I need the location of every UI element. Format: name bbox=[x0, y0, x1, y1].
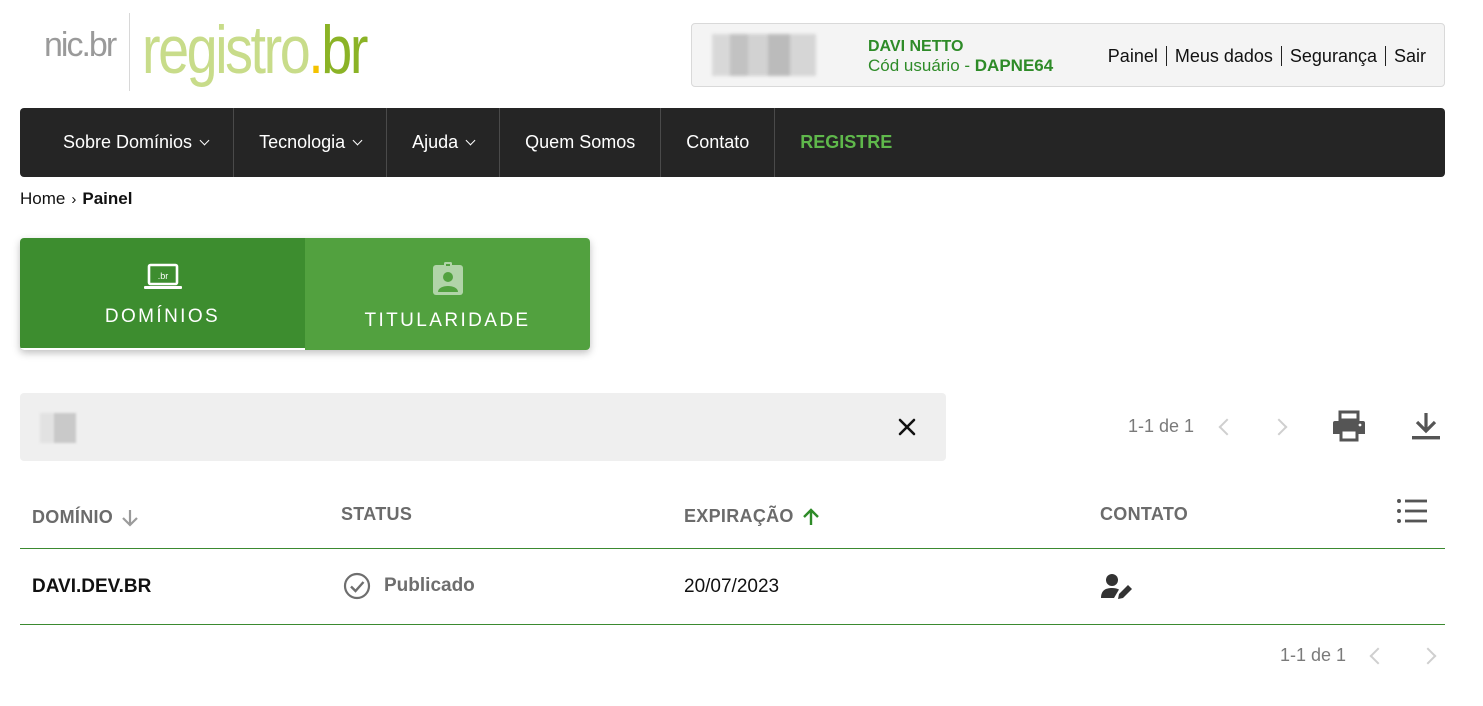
tab-titularidade[interactable]: TITULARIDADE bbox=[305, 238, 590, 350]
table-cell-expiration: 20/07/2023 bbox=[684, 576, 780, 597]
user-link-seguranca[interactable]: Segurança bbox=[1280, 46, 1385, 66]
user-info-box: DAVI NETTO Cód usuário - DAPNE64 Painel … bbox=[691, 23, 1445, 87]
chevron-down-icon bbox=[199, 135, 210, 145]
print-icon[interactable] bbox=[1331, 410, 1367, 442]
user-code: Cód usuário - DAPNE64 bbox=[868, 56, 1054, 75]
user-edit-icon[interactable] bbox=[1100, 572, 1134, 602]
column-header-status: STATUS bbox=[341, 504, 413, 524]
chevron-right-icon[interactable] bbox=[1270, 418, 1288, 435]
chevron-down-icon bbox=[352, 135, 363, 145]
sort-descending-icon bbox=[122, 509, 138, 527]
main-nav: Sobre Domínios Tecnologia Ajuda Quem Som… bbox=[20, 108, 1445, 177]
close-icon[interactable] bbox=[896, 416, 918, 438]
tab-titularidade-label: TITULARIDADE bbox=[364, 310, 531, 331]
pagination-count: 1-1 de 1 bbox=[1280, 645, 1347, 665]
breadcrumb-home[interactable]: Home bbox=[20, 189, 65, 209]
chevron-down-icon bbox=[465, 135, 476, 145]
search-filter-chip[interactable] bbox=[40, 413, 76, 443]
breadcrumb-current: Painel bbox=[82, 189, 133, 208]
pagination-bottom: 1-1 de 1 bbox=[1280, 645, 1437, 666]
breadcrumb-separator: › bbox=[71, 190, 77, 208]
tab-dominios-label: DOMÍNIOS bbox=[104, 306, 221, 327]
logo-divider bbox=[129, 13, 131, 91]
column-header-contact: CONTATO bbox=[1100, 504, 1189, 524]
user-link-sair[interactable]: Sair bbox=[1384, 46, 1426, 66]
user-link-painel[interactable]: Painel bbox=[1100, 46, 1166, 66]
column-header-domain[interactable]: DOMÍNIO bbox=[32, 507, 139, 528]
nav-item-ajuda[interactable]: Ajuda bbox=[387, 108, 501, 177]
registro-logo-text: registro.br bbox=[142, 12, 368, 88]
chevron-right-icon[interactable] bbox=[1419, 647, 1437, 664]
laptop-br-icon: .br bbox=[143, 263, 182, 289]
nav-item-contato[interactable]: Contato bbox=[661, 108, 776, 177]
table-row-divider bbox=[20, 624, 1445, 625]
nav-item-sobre-dominios[interactable]: Sobre Domínios bbox=[38, 108, 235, 177]
svg-text:.br: .br bbox=[157, 271, 168, 281]
check-circle-icon bbox=[343, 572, 371, 600]
nic-br-logo-text: nic.br bbox=[44, 26, 117, 64]
user-links: Painel Meus dados Segurança Sair bbox=[1100, 46, 1426, 66]
table-header-divider bbox=[20, 548, 1445, 549]
column-list-icon[interactable] bbox=[1396, 497, 1428, 525]
tab-dominios[interactable]: .br DOMÍNIOS bbox=[20, 238, 305, 350]
chevron-left-icon[interactable] bbox=[1369, 647, 1387, 664]
sort-ascending-icon bbox=[802, 507, 819, 525]
nav-item-tecnologia[interactable]: Tecnologia bbox=[234, 108, 388, 177]
table-cell-domain[interactable]: DAVI.DEV.BR bbox=[32, 576, 151, 598]
table-cell-status: Publicado bbox=[343, 572, 475, 600]
nav-item-registre[interactable]: REGISTRE bbox=[775, 108, 917, 177]
breadcrumb: Home › Painel bbox=[20, 189, 132, 209]
column-header-expiration[interactable]: EXPIRAÇÃO bbox=[684, 506, 820, 527]
user-avatar bbox=[712, 34, 816, 76]
search-bar bbox=[20, 393, 946, 461]
panel-tabs: .br DOMÍNIOS TITULARIDADE bbox=[20, 238, 590, 350]
registro-br-logo[interactable]: nic.br registro.br bbox=[44, 12, 415, 92]
pagination-top: 1-1 de 1 bbox=[1128, 416, 1288, 437]
id-badge-icon bbox=[432, 262, 463, 295]
user-name: DAVI NETTO bbox=[868, 38, 964, 55]
pagination-count: 1-1 de 1 bbox=[1128, 416, 1195, 436]
search-input[interactable] bbox=[90, 411, 870, 443]
user-link-meus-dados[interactable]: Meus dados bbox=[1165, 46, 1281, 66]
nav-item-quem-somos[interactable]: Quem Somos bbox=[500, 108, 662, 177]
chevron-left-icon[interactable] bbox=[1218, 418, 1236, 435]
download-icon[interactable] bbox=[1409, 410, 1443, 442]
